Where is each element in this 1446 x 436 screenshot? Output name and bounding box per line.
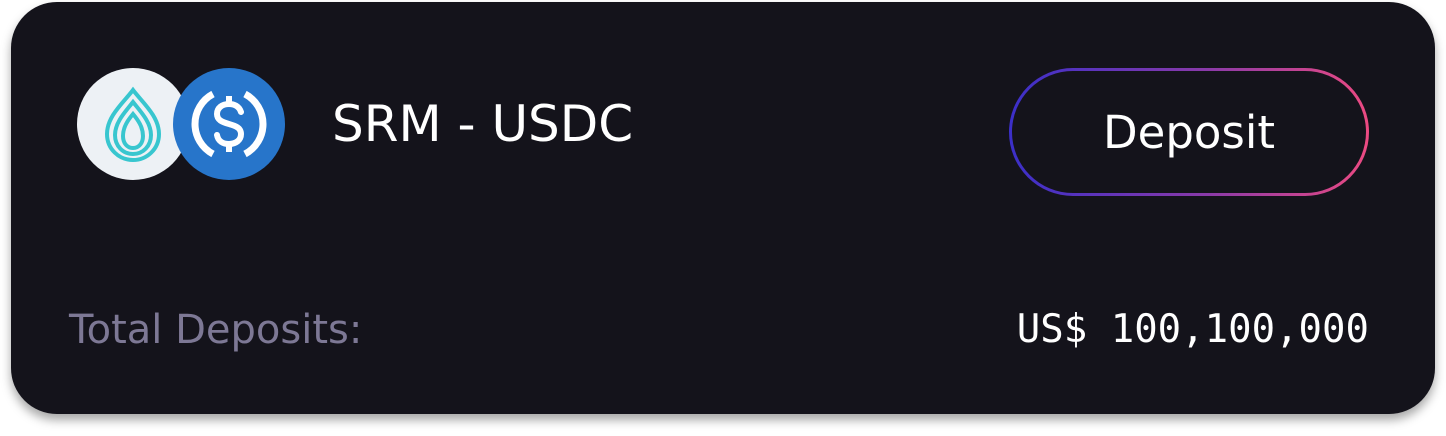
deposit-button-label: Deposit — [1012, 71, 1366, 193]
usdc-token-icon — [173, 68, 285, 180]
pool-pair-name: SRM - USDC — [332, 95, 634, 153]
total-deposits-value: US$ 100,100,000 — [1016, 307, 1369, 352]
usdc-dollar-icon — [191, 90, 267, 158]
token-pair-icons — [77, 68, 287, 180]
pool-card: SRM - USDC Deposit Total Deposits: US$ 1… — [11, 2, 1435, 414]
deposit-button[interactable]: Deposit — [1009, 68, 1369, 196]
total-deposits-label: Total Deposits: — [69, 307, 363, 353]
